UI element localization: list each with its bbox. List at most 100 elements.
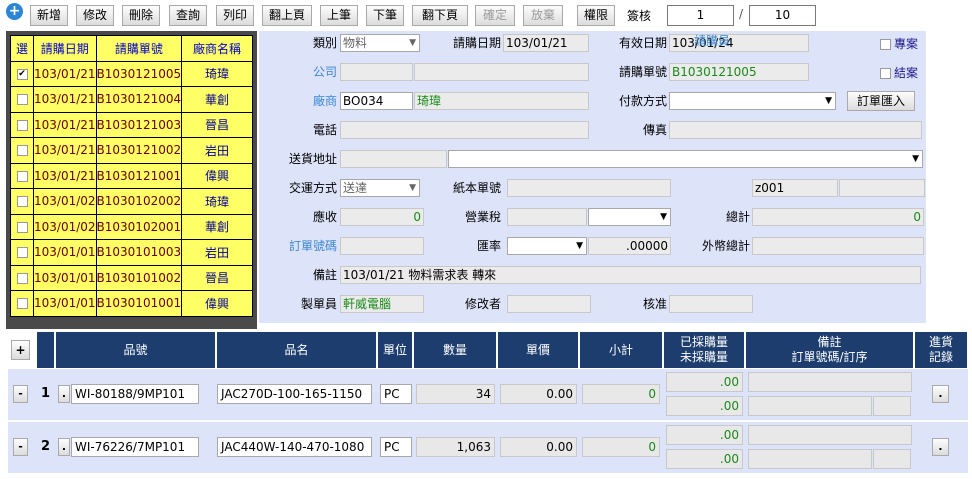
col-price: 單價 xyxy=(498,332,578,368)
next-record-button[interactable]: 下筆 xyxy=(366,5,404,26)
closed-checkbox[interactable] xyxy=(880,66,891,80)
row-req-no: B1030102001 xyxy=(95,213,183,240)
row-select-checkbox[interactable] xyxy=(10,213,34,240)
row-order-no-field[interactable] xyxy=(748,449,872,469)
valid-date-field[interactable]: 103/01/24 xyxy=(669,34,809,52)
price-field[interactable]: 0.00 xyxy=(500,437,577,457)
qty-field[interactable]: 1,063 xyxy=(416,437,495,457)
list-row[interactable]: 103/01/01 B1030101001 偉興 xyxy=(10,290,253,317)
req-no-field[interactable]: B1030121005 xyxy=(669,63,809,81)
tax-amount-field[interactable] xyxy=(507,208,587,226)
currency-select[interactable]: ▼ xyxy=(507,237,587,255)
fax-field[interactable] xyxy=(669,121,922,139)
unit-field[interactable]: PC xyxy=(380,384,412,404)
delivery-select[interactable]: 送達 ▼ xyxy=(340,179,420,197)
part-name-field[interactable]: JAC270D-100-165-1150 xyxy=(217,384,372,404)
row-select-checkbox[interactable] xyxy=(10,162,34,189)
query-button[interactable]: 查詢 xyxy=(169,5,207,26)
remove-row-button[interactable]: - xyxy=(13,438,28,456)
part-no-field[interactable]: WI-80188/9MP101 xyxy=(71,384,199,404)
stock-record-button[interactable]: . xyxy=(932,385,949,403)
cancel-button[interactable]: 放棄 xyxy=(523,5,563,26)
paper-no-field[interactable] xyxy=(507,179,671,197)
row-order-seq-field[interactable] xyxy=(873,396,911,416)
prev-record-button[interactable]: 上筆 xyxy=(320,5,358,26)
list-row[interactable]: 103/01/21 B1030121002 岩田 xyxy=(10,137,253,164)
req-date-field[interactable]: 103/01/21 xyxy=(503,34,589,52)
list-row[interactable]: 103/01/02 B1030102001 華創 xyxy=(10,213,253,240)
print-button[interactable]: 列印 xyxy=(216,5,254,26)
part-name-field[interactable]: JAC440W-140-470-1080 xyxy=(217,437,372,457)
category-select[interactable]: 物料 ▼ xyxy=(340,34,420,52)
phone-field[interactable] xyxy=(340,121,589,139)
list-row[interactable]: 103/01/21 B1030121003 晉昌 xyxy=(10,111,253,138)
row-vendor: 偉興 xyxy=(181,162,253,189)
qty-field[interactable]: 34 xyxy=(416,384,495,404)
row-select-checkbox[interactable] xyxy=(10,188,34,215)
price-field[interactable]: 0.00 xyxy=(500,384,577,404)
note-label: 備註 xyxy=(312,268,337,282)
col-vendor: 廠商名稱 xyxy=(181,35,253,62)
special-checkbox[interactable] xyxy=(880,37,891,51)
row-select-checkbox[interactable] xyxy=(10,264,34,291)
category-label: 類別 xyxy=(312,36,337,50)
confirm-button[interactable]: 確定 xyxy=(475,5,515,26)
order-no-label[interactable]: 訂單號碼 xyxy=(279,236,337,256)
requester-code-field[interactable]: z001 xyxy=(752,179,838,197)
row-note-field[interactable] xyxy=(748,372,912,392)
vendor-label[interactable]: 廠商 xyxy=(289,91,337,111)
total-field: 0 xyxy=(752,208,924,226)
unit-field[interactable]: PC xyxy=(380,437,412,457)
receivable-field[interactable]: 0 xyxy=(340,208,424,226)
part-no-field[interactable]: WI-76226/7MP101 xyxy=(71,437,199,457)
row-order-seq-field[interactable] xyxy=(873,449,911,469)
add-circle-icon[interactable]: + xyxy=(6,3,23,20)
row-select-checkbox[interactable] xyxy=(10,86,34,113)
vendor-code-field[interactable]: BO034 xyxy=(340,92,413,110)
row-select-checkbox[interactable] xyxy=(10,239,34,266)
row-number: 1 xyxy=(40,386,51,401)
page-up-button[interactable]: 翻上頁 xyxy=(262,5,312,26)
list-row[interactable]: 103/01/02 B1030102002 琦瑋 xyxy=(10,188,253,215)
list-row[interactable]: ✔ 103/01/21 B1030121005 琦瑋 xyxy=(10,60,253,87)
permission-button[interactable]: 權限 xyxy=(577,5,615,26)
row-select-checkbox[interactable] xyxy=(10,111,34,138)
page-current-input[interactable]: 1 xyxy=(667,5,734,26)
page-down-button[interactable]: 翻下頁 xyxy=(412,5,468,26)
row-note-field[interactable] xyxy=(748,425,912,445)
list-row[interactable]: 103/01/21 B1030121004 華創 xyxy=(10,86,253,113)
note-field[interactable]: 103/01/21 物料需求表 轉來 xyxy=(340,266,921,284)
rate-field[interactable]: .00000 xyxy=(588,237,671,255)
order-no-field[interactable] xyxy=(340,237,424,255)
stock-record-button[interactable]: . xyxy=(932,438,949,456)
row-order-no-field[interactable] xyxy=(748,396,872,416)
delete-button[interactable]: 刪除 xyxy=(122,5,160,26)
row-select-checkbox[interactable] xyxy=(10,290,34,317)
ship-addr-code-field[interactable] xyxy=(340,150,447,168)
part-lookup-button[interactable]: . xyxy=(58,385,70,403)
purchased-qty-field: .00 xyxy=(666,372,743,392)
new-button[interactable]: 新增 xyxy=(30,5,68,26)
list-row[interactable]: 103/01/01 B1030101002 晉昌 xyxy=(10,264,253,291)
approver-label: 核准 xyxy=(642,297,667,311)
tax-type-select[interactable]: ▼ xyxy=(588,208,671,226)
list-row[interactable]: 103/01/21 B1030121001 偉興 xyxy=(10,162,253,189)
requester-label[interactable]: 請購員 xyxy=(694,31,730,51)
row-select-checkbox[interactable]: ✔ xyxy=(10,60,34,87)
list-row[interactable]: 103/01/01 B1030101003 岩田 xyxy=(10,239,253,266)
col-req-no: 請購單號 xyxy=(95,35,183,62)
remove-row-button[interactable]: - xyxy=(13,385,28,403)
import-order-button[interactable]: 訂單匯入 xyxy=(847,91,915,111)
ship-addr-select[interactable]: ▼ xyxy=(448,150,923,168)
col-req-date: 請購日期 xyxy=(33,35,97,62)
company-code-field[interactable] xyxy=(340,63,413,81)
edit-button[interactable]: 修改 xyxy=(76,5,114,26)
payment-select[interactable]: ▼ xyxy=(669,92,836,110)
part-lookup-button[interactable]: . xyxy=(58,438,70,456)
row-select-checkbox[interactable] xyxy=(10,137,34,164)
company-label[interactable]: 公司 xyxy=(289,62,337,82)
add-row-button[interactable]: + xyxy=(11,340,30,360)
row-vendor: 華創 xyxy=(181,86,253,113)
row-vendor: 晉昌 xyxy=(181,111,253,138)
paper-no-label: 紙本單號 xyxy=(452,181,501,195)
